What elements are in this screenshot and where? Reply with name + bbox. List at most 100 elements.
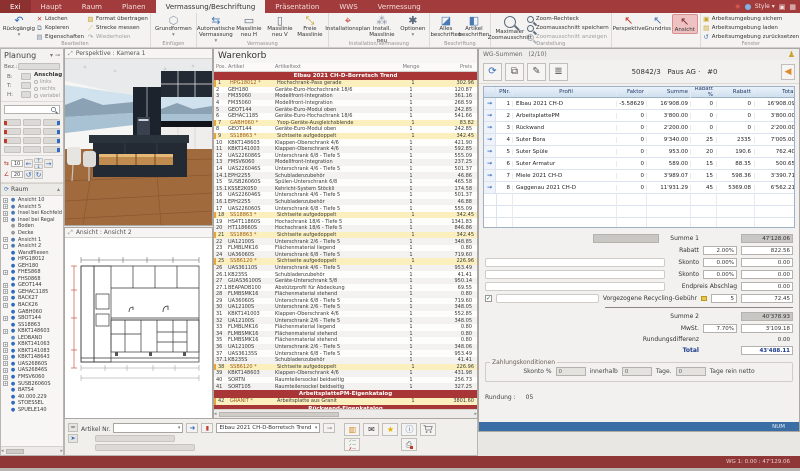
table-row[interactable]: 14.1 EPH2255 Schubladenzubehör 1 46.86 xyxy=(214,172,477,179)
col-rabatt[interactable]: Rabatt xyxy=(716,89,754,95)
expand-icon[interactable]: - xyxy=(3,244,8,249)
placement-button[interactable] xyxy=(4,119,21,126)
table-row[interactable]: → 3 Rückwand 0 2'200.00 0 0 2'200.00 xyxy=(484,122,794,134)
col-rabatt-prozent[interactable]: Rabatt % xyxy=(690,86,716,98)
table-row[interactable]: 5 GEOT144 Geräte-Euro-Modul oben 1 242.8… xyxy=(214,106,477,113)
table-row[interactable]: ArbeitsplattePM-Eigenkatalog xyxy=(214,390,477,398)
expand-icon[interactable]: + xyxy=(3,204,8,209)
table-row[interactable]: 42 GRANIT * Arbeitsplatte aus Granit 1 3… xyxy=(214,398,477,405)
table-row[interactable]: 21 SS18863 * Sichtseite aufgedoppelt 1 3… xyxy=(214,232,477,239)
placement-button[interactable] xyxy=(4,146,21,153)
row-arrow-icon[interactable]: → xyxy=(484,110,496,121)
table-row[interactable]: 28 FLMBSMK16 Flächenmaterial stehend 1 0… xyxy=(214,291,477,298)
table-row[interactable]: 36 UA12100S Unterschrank 2/6 - Tiefe 5 1… xyxy=(214,344,477,351)
max-zoom-button[interactable]: Maximaler Zoomausschnitt xyxy=(493,14,527,41)
viewport-resize-icon[interactable]: ⤢ xyxy=(68,229,73,237)
skonto-percent-input[interactable]: 0 xyxy=(556,367,586,376)
table-row[interactable]: 26 UAS36110S Unterschrank 4/6 - Tiefe 5 … xyxy=(214,265,477,272)
table-row[interactable]: 17 UAS226060S Unterschrank 6/8 - Tiefe 5… xyxy=(214,205,477,212)
format-painter-button[interactable]: ▨Format übertragen xyxy=(87,15,148,23)
delete-button[interactable]: ✕Löschen xyxy=(36,15,84,23)
viewport-resize-icon[interactable]: ⤢ xyxy=(68,50,73,58)
ribbon-tab[interactable]: Planen xyxy=(112,0,156,13)
table-row[interactable]: → 7 Miele 2021 CH-D 0 3'989.07 15 598.36… xyxy=(484,170,794,182)
skonto2-text-field[interactable] xyxy=(485,270,665,279)
move-step-input[interactable]: 10 xyxy=(11,160,23,167)
placement-button[interactable] xyxy=(43,137,60,144)
row-arrow-icon[interactable]: → xyxy=(484,98,496,109)
table-row[interactable]: 19 HS4T11860S Hochschrank 18/6 - Tiefe 5… xyxy=(214,218,477,225)
dimension-line-v-button[interactable]: ▯ Masslinie neu V xyxy=(265,14,295,38)
3d-kitchen-render[interactable] xyxy=(65,59,212,225)
table-row[interactable]: → 2 ArbeitsplattePM 0 3'800.00 0 0 3'800… xyxy=(484,110,794,122)
monitor-icon[interactable]: ▣ xyxy=(779,3,786,11)
table-row[interactable]: 15.1 KSSE2K050 Kehricht-System Stöckli 1… xyxy=(214,186,477,193)
elevation-drawing[interactable] xyxy=(65,238,212,418)
col-preis[interactable]: Preis xyxy=(431,64,475,70)
table-row[interactable]: 13 FMSV6060 Modellfront-Integration 1 23… xyxy=(214,159,477,166)
expand-icon[interactable]: + xyxy=(3,211,8,216)
expand-icon[interactable]: + xyxy=(3,283,8,288)
perspektive-button[interactable]: ↖ Perspektive xyxy=(614,14,644,32)
move-left-button[interactable]: ← xyxy=(24,159,33,168)
placement-button[interactable] xyxy=(23,128,40,135)
table-row[interactable]: 37.1 KB235S Schubladenzubehör 1 41.41 xyxy=(214,357,477,364)
rabatt-percent-input[interactable]: 2.00% xyxy=(703,246,737,255)
print-document-button[interactable]: ⎙ xyxy=(401,438,417,451)
table-row[interactable]: 3 FM35060 Modellfront-Integration 1 361.… xyxy=(214,93,477,100)
redo-button[interactable]: ↷Wiederholen xyxy=(87,33,148,41)
move-right-button[interactable]: → xyxy=(44,159,53,168)
recycling-checkbox[interactable]: ✓ xyxy=(485,295,492,302)
apply-article-button[interactable]: ➜ xyxy=(186,423,198,433)
article-search-input[interactable] xyxy=(4,105,60,114)
table-row[interactable]: 20 HT118660S Hochschrank 18/6 - Tiefe 5 … xyxy=(214,225,477,232)
table-row[interactable]: 24 UA36060S Unterschrank 6/8 - Tiefe 5 1… xyxy=(214,251,477,258)
workspace-load-button[interactable]: ▤Arbeitsumgebung laden xyxy=(703,24,799,32)
scrollbar-thumb[interactable] xyxy=(219,412,339,417)
col-artikeltext[interactable]: Artikeltext xyxy=(275,64,391,70)
ribbon-tab[interactable]: Exi xyxy=(0,0,31,13)
recycling-qty-input[interactable]: 5 xyxy=(711,294,737,303)
placement-button[interactable] xyxy=(23,137,40,144)
tree-horizontal-scrollbar[interactable]: ◂▸ xyxy=(1,446,63,455)
grundformen-button[interactable]: ⬡ Grundformen▾ xyxy=(156,14,190,38)
table-row[interactable]: 1 HPG18012 * Hochschrank-Pass gerade 1 3… xyxy=(214,80,477,87)
table-row[interactable]: 14 UAS226046S Unterschrank 4/6 - Tiefe 5… xyxy=(214,166,477,173)
list-button[interactable]: ≣ xyxy=(549,63,568,81)
dimension-line-h-button[interactable]: ▭ Masslinie neu H xyxy=(233,14,265,38)
ribbon-tab[interactable]: Raum xyxy=(72,0,112,13)
chevron-down-icon[interactable]: ▾ xyxy=(50,52,53,59)
expand-icon[interactable]: + xyxy=(3,342,8,347)
table-row[interactable]: 37 UAS36135S Unterschrank 6/8 - Tiefe 5 … xyxy=(214,350,477,357)
col-faktor[interactable]: Faktor xyxy=(616,89,646,95)
col-profil[interactable]: Profil xyxy=(512,89,616,95)
free-dimension-button[interactable]: ⤡ Freie Masslinie xyxy=(295,14,325,38)
mail-button[interactable]: ✉ xyxy=(363,423,379,436)
table-row[interactable]: → 5 Suter Spüle 0 953.00 20 190.6 762.40 xyxy=(484,146,794,158)
artikel-nr-input[interactable]: ▾ xyxy=(113,423,183,433)
skonto1-text-field[interactable] xyxy=(485,258,665,267)
table-row[interactable]: 15 SUSB26060S Spülen-Unterschrank 6/8 1 … xyxy=(214,179,477,186)
table-row[interactable]: 10 KBKT148603 Klappen-Oberschrank 4/6 1 … xyxy=(214,139,477,146)
expand-icon[interactable]: + xyxy=(3,303,8,308)
ribbon-tab[interactable]: Haupt xyxy=(31,0,72,13)
move-up-button[interactable]: ↑ xyxy=(34,158,43,163)
tree-item[interactable]: + ● Insel bei Regal xyxy=(3,217,63,224)
move-down-button[interactable]: ↓ xyxy=(34,164,43,169)
table-row[interactable]: 4 FM35060 Modellfront-Integration 1 268.… xyxy=(214,100,477,107)
table-row[interactable]: 9 SS18863 * Sichtseite aufgedoppelt 1 34… xyxy=(214,133,477,140)
workspace-reset-button[interactable]: ↺Arbeitsumgebung zurücksetzen xyxy=(703,33,799,41)
document-info-button[interactable]: ⓘ xyxy=(401,423,417,436)
copy-summary-button[interactable]: ⧉ xyxy=(505,63,524,81)
zoom-save-button[interactable]: Zoomausschnitt speichern xyxy=(527,24,609,32)
expand-icon[interactable]: + xyxy=(3,355,8,360)
expand-icon[interactable]: + xyxy=(3,296,8,301)
row-arrow-icon[interactable]: → xyxy=(484,170,496,181)
col-pnr[interactable]: PNr. xyxy=(496,89,512,95)
table-row[interactable]: → 4 Suter Bora 0 9'340.00 25 2335 7'005.… xyxy=(484,134,794,146)
favorites-button[interactable]: ★ xyxy=(382,423,398,436)
expand-icon[interactable]: + xyxy=(3,329,8,334)
table-row[interactable]: 39 KBKT148603 Klappen-Oberschrank 4/6 1 … xyxy=(214,370,477,377)
tree-item[interactable]: ● SPUELE140 xyxy=(3,407,63,414)
placement-button[interactable] xyxy=(23,146,40,153)
